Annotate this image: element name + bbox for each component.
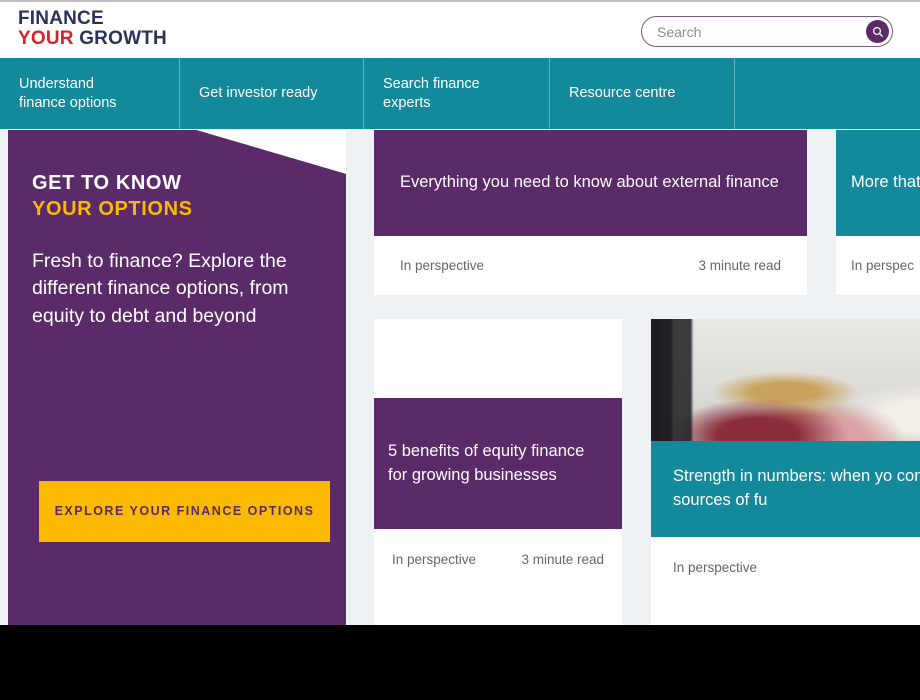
explore-finance-options-button[interactable]: EXPLORE YOUR FINANCE OPTIONS [39, 481, 330, 542]
article-card-footer: In perspective 3 minute read [374, 529, 622, 589]
article-tag: In perspective [673, 559, 758, 575]
viewport-bottom-chrome [0, 625, 920, 700]
article-title: Strength in numbers: when yo consider se… [673, 467, 920, 509]
nav-filler [735, 58, 920, 129]
article-card-equity-firms[interactable]: More that equity fir transform In perspe… [836, 130, 920, 295]
article-title: Everything you need to know about extern… [400, 173, 779, 192]
hero-kicker-line2: YOUR OPTIONS [32, 198, 193, 221]
hero-panel: GET TO KNOW YOUR OPTIONS Fresh to financ… [8, 130, 346, 625]
article-card-title-block: More that equity fir transform [836, 130, 920, 236]
search-icon [872, 26, 883, 37]
article-tag: In perspec [851, 258, 915, 273]
hero-subtitle: Fresh to finance? Explore the different … [32, 249, 289, 328]
article-title: 5 benefits of equity finance for growing… [388, 441, 585, 484]
article-card-footer: In perspective 3 minute read [374, 236, 807, 295]
two-men-talking-photo [374, 319, 622, 398]
article-read-time: 3 minute read [521, 551, 604, 567]
article-tag: In perspective [400, 258, 485, 273]
page-content: GET TO KNOW YOUR OPTIONS Fresh to financ… [0, 129, 920, 625]
nav-item-understand-finance-options[interactable]: Understand finance options [0, 58, 180, 129]
article-card-strength-in-numbers[interactable]: Strength in numbers: when yo consider se… [651, 319, 920, 625]
article-tag: In perspective [392, 551, 477, 567]
nav-item-get-investor-ready[interactable]: Get investor ready [180, 58, 364, 129]
article-title: More that equity fir transform [851, 173, 920, 192]
nav-item-resource-centre[interactable]: Resource centre [550, 58, 735, 129]
search-button[interactable] [866, 20, 889, 43]
hero-text-block: GET TO KNOW YOUR OPTIONS Fresh to financ… [32, 170, 327, 331]
site-header: FINANCE YOUR GROWTH [0, 2, 920, 58]
main-navigation: Understand finance options Get investor … [0, 58, 920, 129]
logo-line-your-growth: YOUR GROWTH [18, 27, 167, 49]
logo-word-growth: GROWTH [79, 27, 167, 49]
article-read-time: 3 minute read [698, 258, 781, 273]
logo-line-finance: FINANCE [18, 8, 104, 29]
nav-item-search-finance-experts[interactable]: Search finance experts [364, 58, 550, 129]
article-card-title-block: Everything you need to know about extern… [374, 130, 807, 236]
article-card-5-benefits-equity-finance[interactable]: 5 benefits of equity finance for growing… [374, 319, 622, 625]
hero-kicker-line1: GET TO KNOW [32, 172, 182, 194]
search-bar[interactable] [641, 16, 893, 47]
article-card-footer: In perspec [836, 236, 920, 295]
browser-viewport: FINANCE YOUR GROWTH Understand finance o… [0, 0, 920, 700]
article-card-title-block: 5 benefits of equity finance for growing… [374, 398, 622, 529]
office-team-meeting-photo [651, 319, 920, 441]
article-card-external-finance[interactable]: Everything you need to know about extern… [374, 130, 807, 295]
site-logo[interactable]: FINANCE YOUR GROWTH [18, 9, 167, 49]
article-card-footer: In perspective [651, 537, 920, 597]
logo-word-your: YOUR [18, 27, 74, 49]
article-card-title-block: Strength in numbers: when yo consider se… [651, 441, 920, 537]
search-input[interactable] [657, 17, 857, 46]
